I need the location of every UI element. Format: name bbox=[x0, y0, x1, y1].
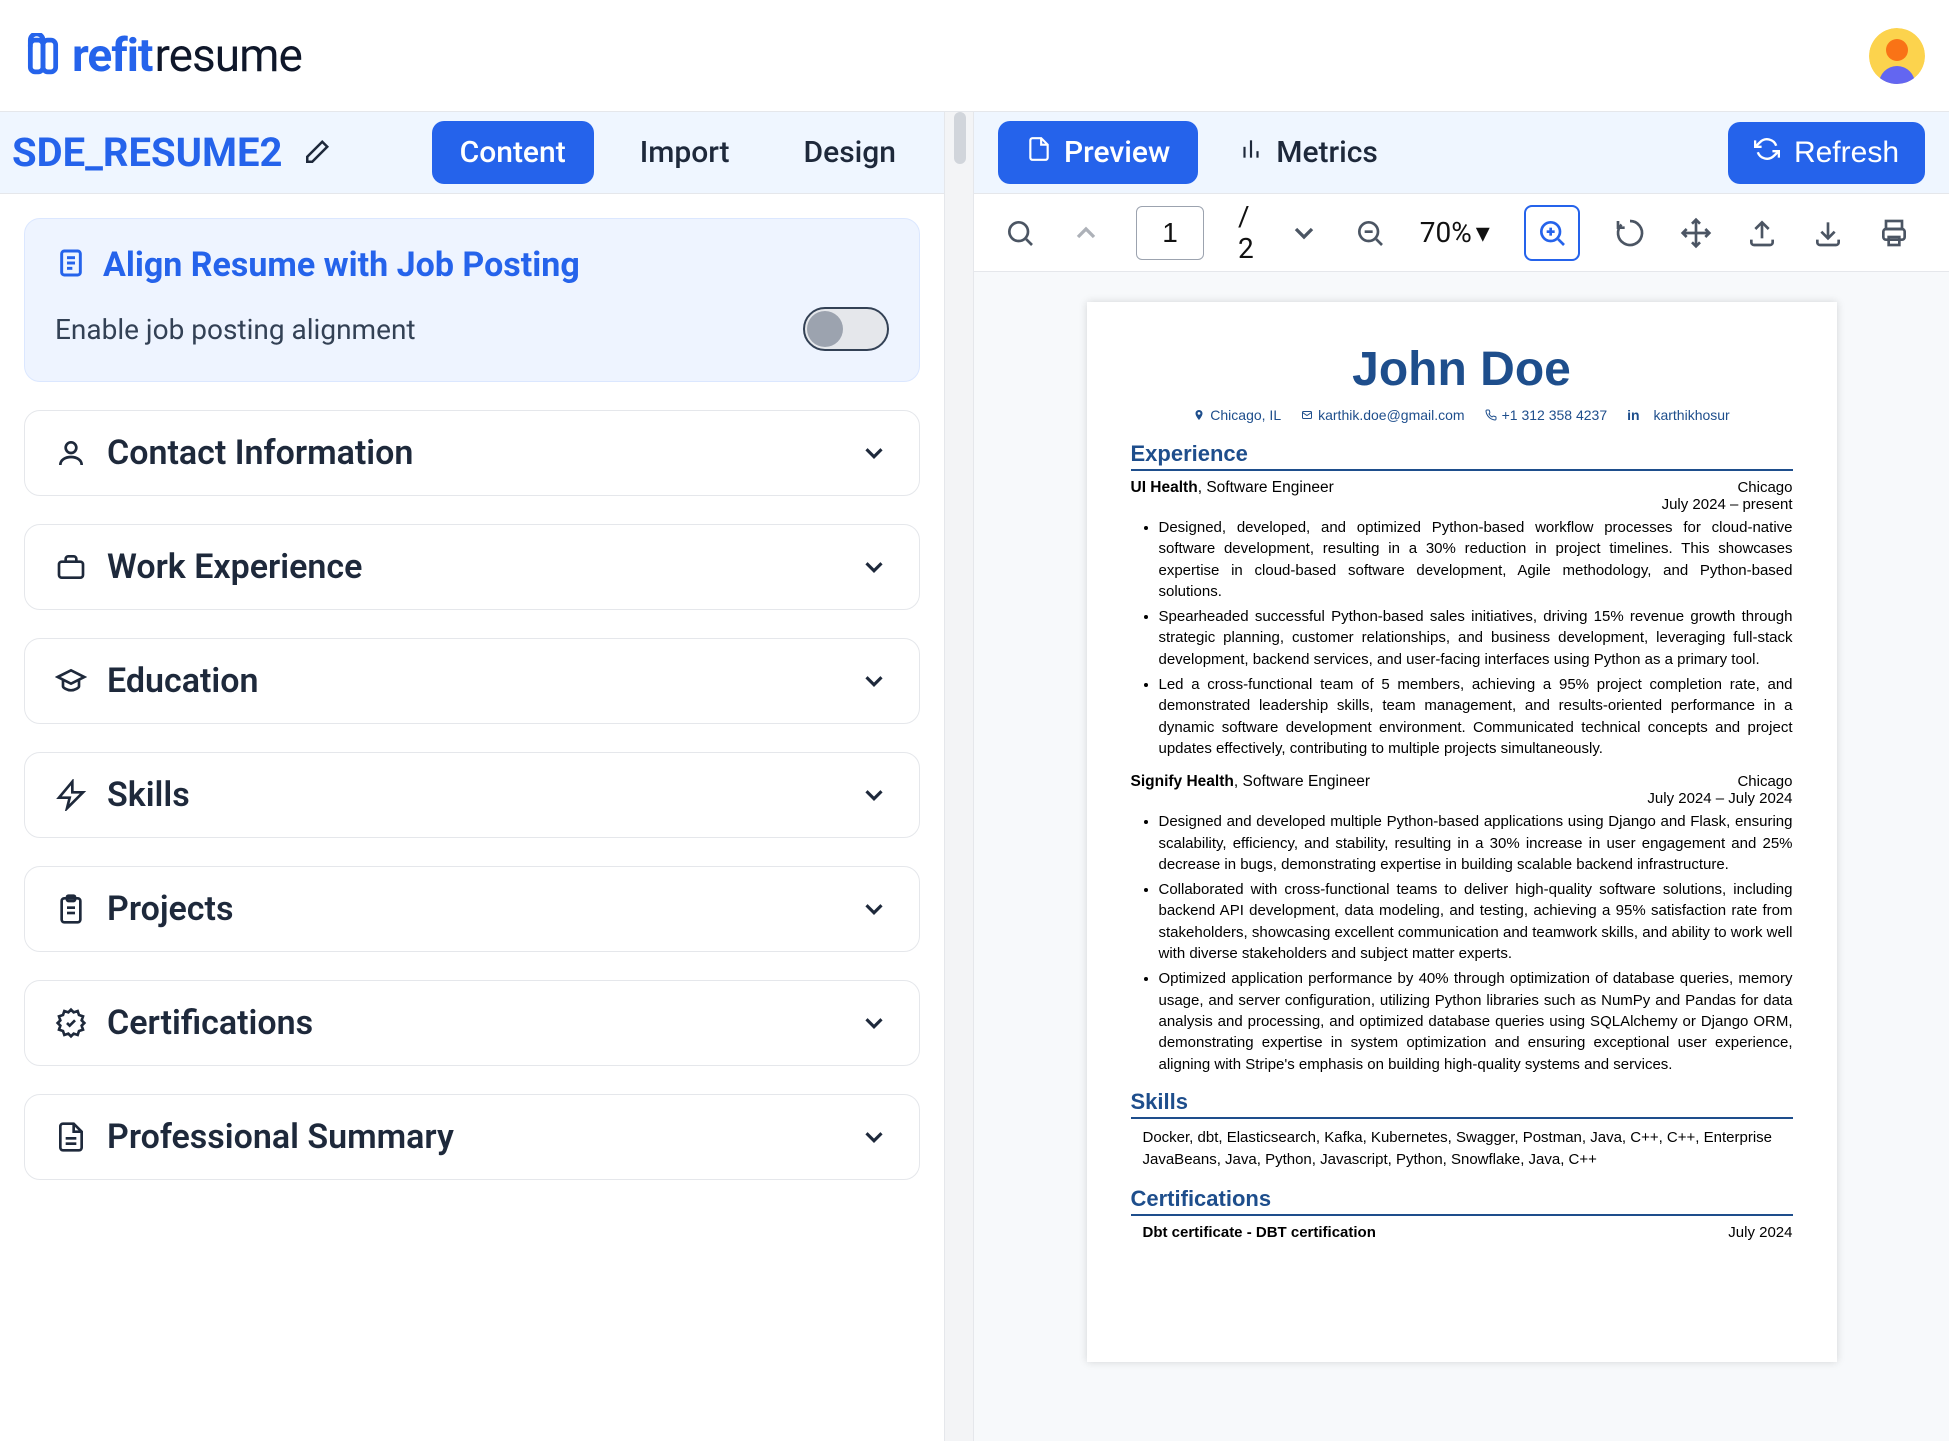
resume-name: SDE_RESUME2 bbox=[12, 129, 283, 176]
badge-check-icon bbox=[55, 1007, 87, 1039]
refresh-icon bbox=[1754, 136, 1780, 170]
section-certs[interactable]: Certifications bbox=[24, 980, 920, 1066]
section-title: Work Experience bbox=[107, 547, 362, 587]
chevron-up-icon[interactable] bbox=[1070, 217, 1102, 249]
align-toggle[interactable] bbox=[803, 307, 889, 351]
section-title: Skills bbox=[107, 775, 190, 815]
pdf-page: John Doe Chicago, IL karthik.doe@gmail.c… bbox=[1087, 302, 1837, 1362]
pdf-name: John Doe bbox=[1131, 342, 1793, 397]
section-title: Projects bbox=[107, 889, 233, 929]
caret-down-icon: ▾ bbox=[1476, 216, 1490, 249]
logo-text-resume: resume bbox=[154, 29, 301, 83]
vertical-divider[interactable] bbox=[944, 112, 974, 1441]
logo[interactable]: refitresume bbox=[24, 29, 302, 83]
pdf-viewer[interactable]: John Doe Chicago, IL karthik.doe@gmail.c… bbox=[974, 272, 1949, 1441]
section-projects[interactable]: Projects bbox=[24, 866, 920, 952]
file-icon bbox=[1026, 135, 1052, 170]
section-title: Education bbox=[107, 661, 258, 701]
section-skills[interactable]: Skills bbox=[24, 752, 920, 838]
section-title: Professional Summary bbox=[107, 1117, 454, 1157]
document-icon bbox=[55, 247, 87, 283]
section-summary[interactable]: Professional Summary bbox=[24, 1094, 920, 1180]
pdf-cert-row: Dbt certificate - DBT certification July… bbox=[1143, 1224, 1793, 1241]
briefcase-icon bbox=[55, 551, 87, 583]
tab-preview[interactable]: Preview bbox=[998, 121, 1198, 184]
section-contact[interactable]: Contact Information bbox=[24, 410, 920, 496]
pdf-job1-bullets: Designed, developed, and optimized Pytho… bbox=[1131, 517, 1793, 759]
pdf-phone: +1 312 358 4237 bbox=[1502, 407, 1608, 423]
bar-chart-icon bbox=[1238, 135, 1264, 170]
align-card: Align Resume with Job Posting Enable job… bbox=[24, 218, 920, 382]
tab-content[interactable]: Content bbox=[432, 121, 594, 184]
chevron-down-icon bbox=[859, 1122, 889, 1152]
chevron-down-icon bbox=[859, 780, 889, 810]
tab-preview-label: Preview bbox=[1064, 135, 1170, 170]
user-avatar[interactable] bbox=[1869, 28, 1925, 84]
logo-text-refit: refit bbox=[72, 29, 152, 83]
zoom-out-icon[interactable] bbox=[1354, 217, 1386, 249]
app-header: refitresume bbox=[0, 0, 1949, 112]
page-input[interactable] bbox=[1136, 206, 1204, 260]
chevron-down-icon bbox=[859, 894, 889, 924]
editor-subheader: SDE_RESUME2 Content Import Design bbox=[0, 112, 944, 194]
page-fraction: / 2 bbox=[1238, 203, 1254, 263]
refresh-label: Refresh bbox=[1794, 136, 1899, 170]
pdf-toolbar: / 2 70% ▾ bbox=[974, 194, 1949, 272]
pdf-skills-text: Docker, dbt, Elasticsearch, Kafka, Kuber… bbox=[1143, 1127, 1793, 1171]
toggle-thumb bbox=[807, 311, 843, 347]
lightning-icon bbox=[55, 779, 87, 811]
edit-name-icon[interactable] bbox=[301, 138, 331, 168]
print-icon[interactable] bbox=[1878, 217, 1910, 249]
align-enable-label: Enable job posting alignment bbox=[55, 313, 416, 346]
zoom-in-button[interactable] bbox=[1524, 205, 1580, 261]
pdf-certs-heading: Certifications bbox=[1131, 1186, 1793, 1216]
pdf-contacts: Chicago, IL karthik.doe@gmail.com +1 312… bbox=[1131, 407, 1793, 423]
section-work[interactable]: Work Experience bbox=[24, 524, 920, 610]
section-education[interactable]: Education bbox=[24, 638, 920, 724]
drag-handle-icon[interactable] bbox=[954, 112, 966, 164]
chevron-down-icon bbox=[859, 438, 889, 468]
file-text-icon bbox=[55, 1121, 87, 1153]
refresh-button[interactable]: Refresh bbox=[1728, 122, 1925, 184]
chevron-down-icon bbox=[859, 666, 889, 696]
logo-icon bbox=[24, 33, 62, 79]
pdf-job2-bullets: Designed and developed multiple Python-b… bbox=[1131, 811, 1793, 1075]
graduation-cap-icon bbox=[55, 665, 87, 697]
tab-metrics[interactable]: Metrics bbox=[1210, 121, 1406, 184]
zoom-dropdown[interactable]: 70% ▾ bbox=[1420, 216, 1490, 249]
zoom-value: 70% bbox=[1420, 216, 1472, 249]
chevron-down-icon[interactable] bbox=[1288, 217, 1320, 249]
align-title: Align Resume with Job Posting bbox=[103, 245, 580, 285]
clipboard-icon bbox=[55, 893, 87, 925]
upload-icon[interactable] bbox=[1746, 217, 1778, 249]
tab-metrics-label: Metrics bbox=[1276, 135, 1378, 170]
search-icon[interactable] bbox=[1004, 217, 1036, 249]
pdf-job1-head: UI Health, Software Engineer ChicagoJuly… bbox=[1131, 479, 1793, 513]
move-icon[interactable] bbox=[1680, 217, 1712, 249]
page-total: 2 bbox=[1238, 235, 1254, 263]
user-icon bbox=[55, 437, 87, 469]
section-title: Contact Information bbox=[107, 433, 413, 473]
chevron-down-icon bbox=[859, 1008, 889, 1038]
tab-design[interactable]: Design bbox=[776, 121, 924, 184]
pdf-location: Chicago, IL bbox=[1210, 407, 1281, 423]
section-title: Certifications bbox=[107, 1003, 313, 1043]
pdf-skills-heading: Skills bbox=[1131, 1089, 1793, 1119]
preview-subheader: Preview Metrics Refresh bbox=[974, 112, 1949, 194]
editor-tabs: Content Import Design bbox=[432, 121, 924, 184]
download-icon[interactable] bbox=[1812, 217, 1844, 249]
pdf-job2-head: Signify Health, Software Engineer Chicag… bbox=[1131, 773, 1793, 807]
tab-import[interactable]: Import bbox=[612, 121, 758, 184]
rotate-icon[interactable] bbox=[1614, 217, 1646, 249]
chevron-down-icon bbox=[859, 552, 889, 582]
pdf-email: karthik.doe@gmail.com bbox=[1318, 407, 1465, 423]
pdf-linkedin: karthikhosur bbox=[1653, 407, 1729, 423]
pdf-exp-heading: Experience bbox=[1131, 441, 1793, 471]
